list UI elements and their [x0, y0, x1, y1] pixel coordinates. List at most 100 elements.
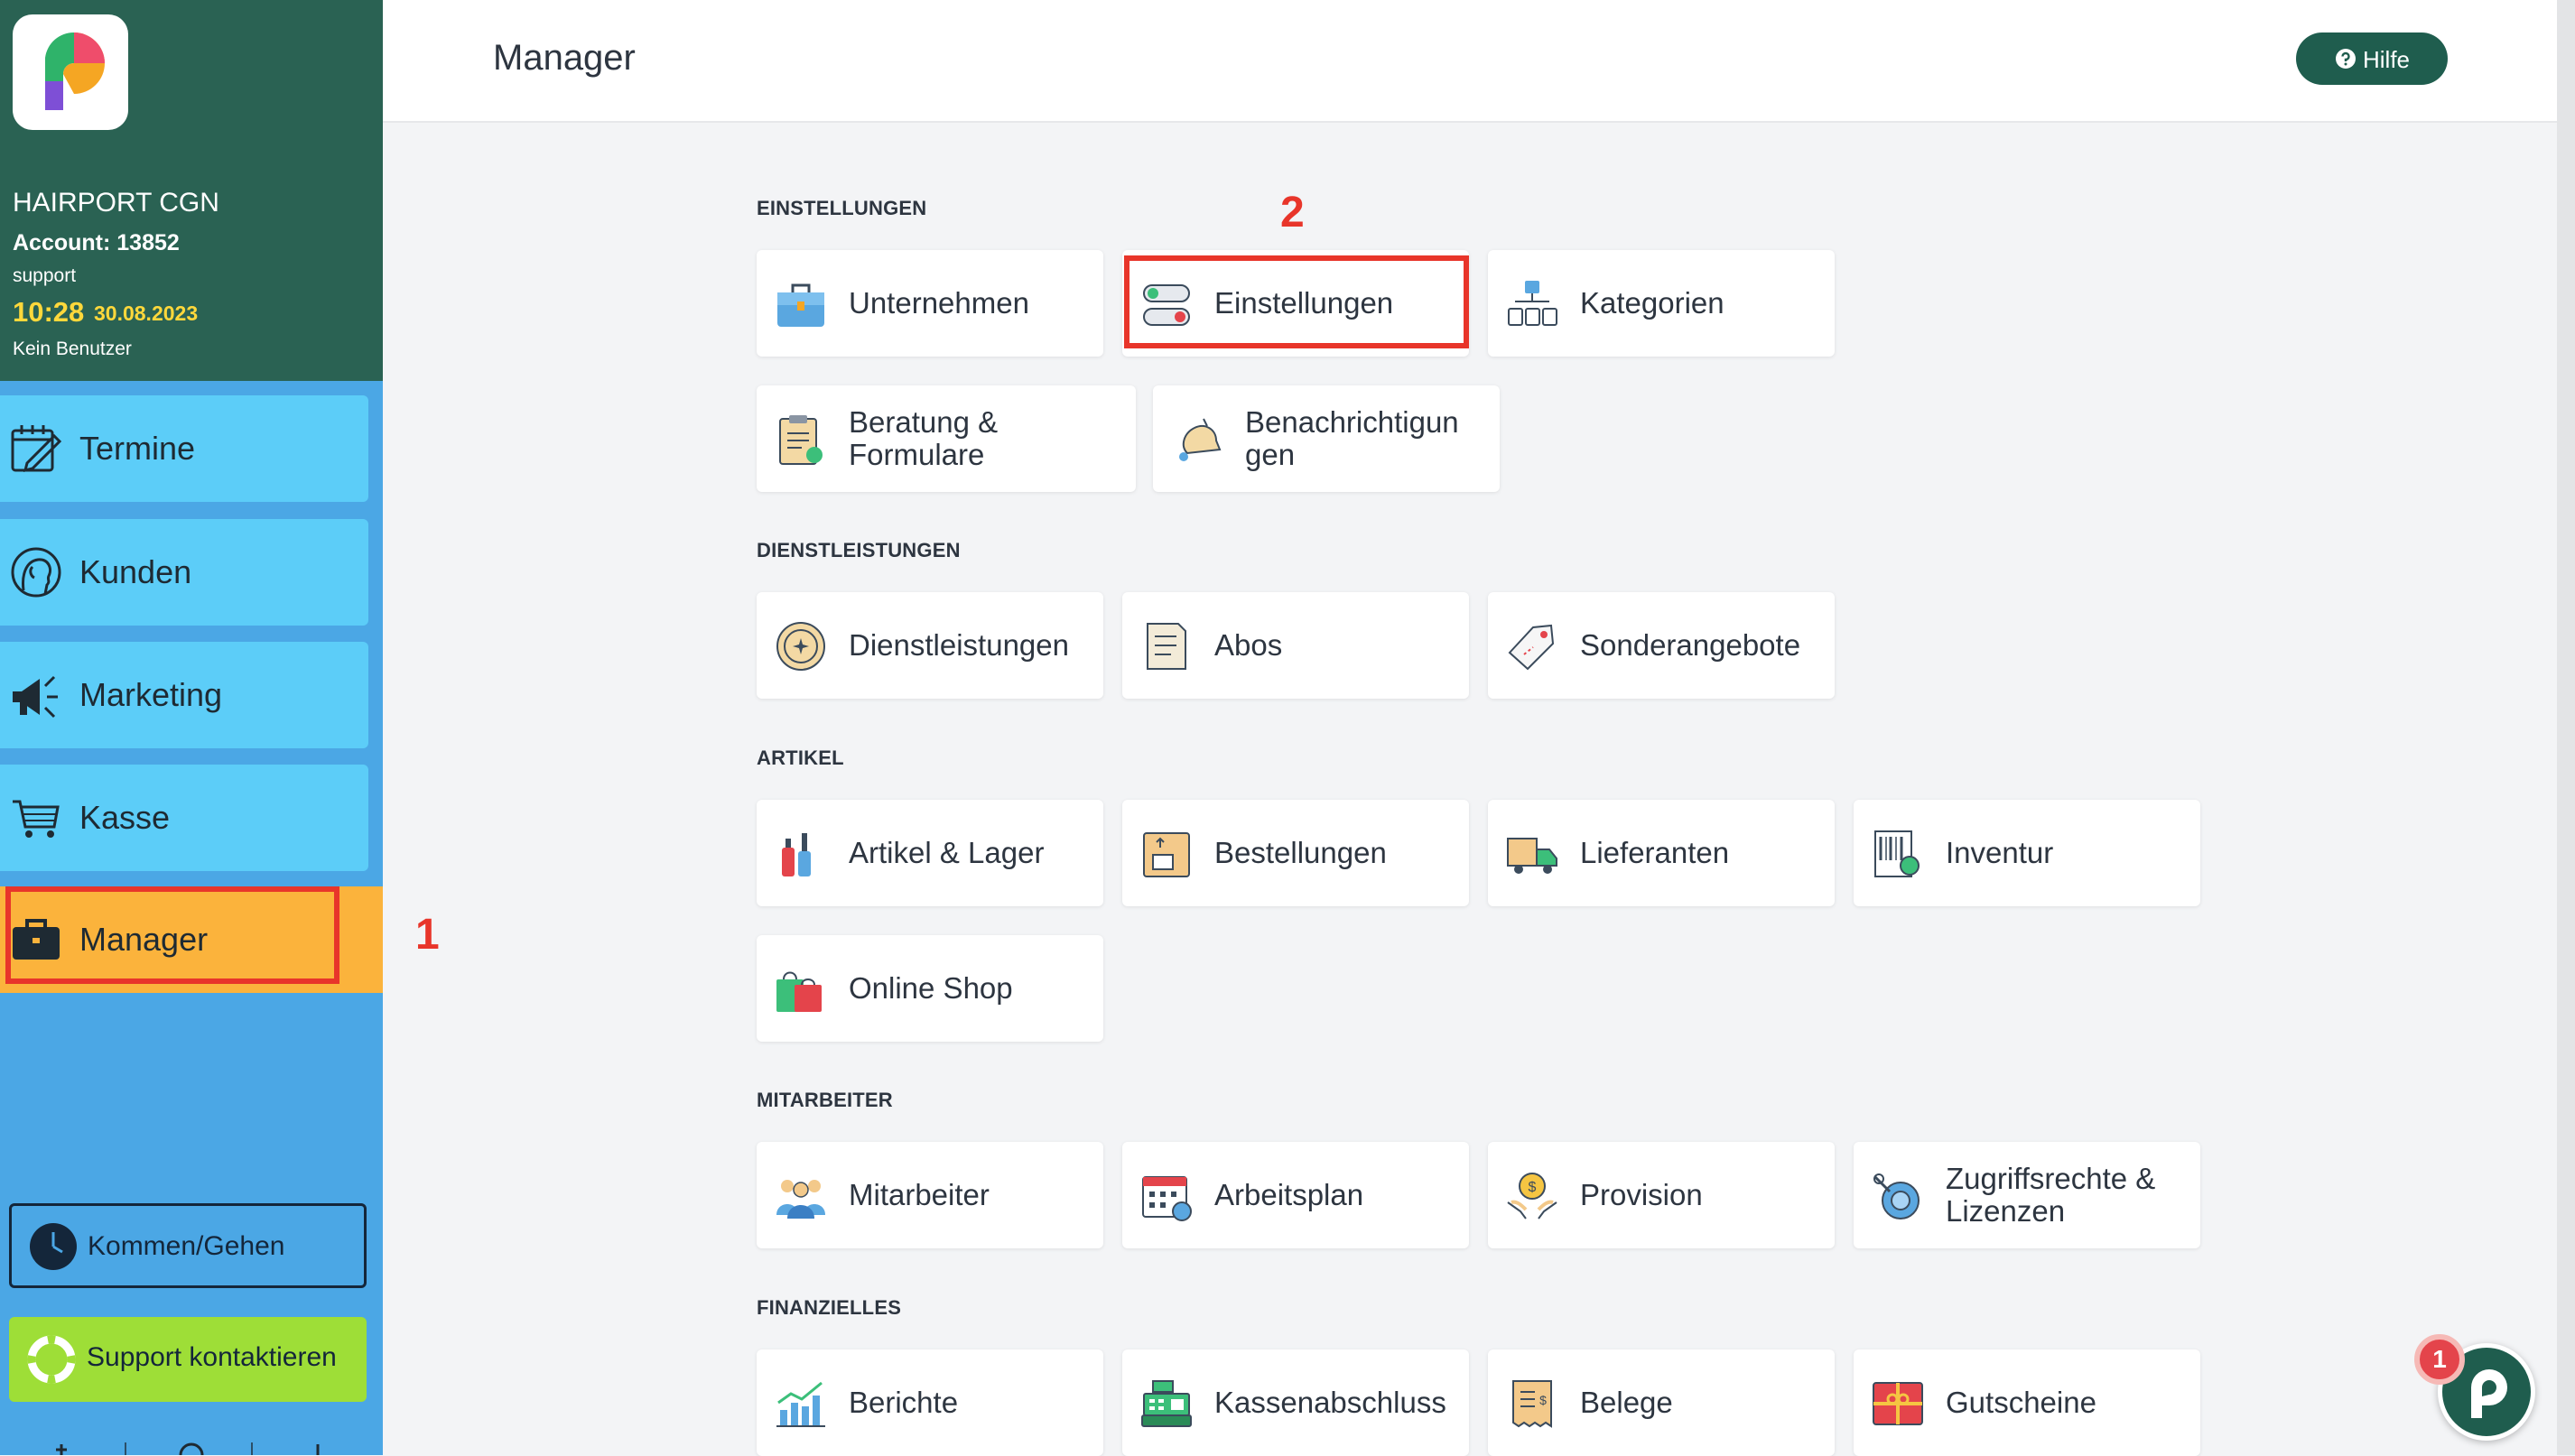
- employee-status: Kein Benutzer: [13, 338, 132, 359]
- tile-berichte[interactable]: Berichte: [757, 1349, 1103, 1456]
- customer-head-icon: [11, 547, 61, 598]
- calendar-edit-icon: [11, 425, 62, 473]
- order-box-icon: [1143, 832, 1190, 877]
- sidebar-footer-icons: [0, 1441, 383, 1455]
- section-title-finanzielles: FINANZIELLES: [757, 1296, 902, 1319]
- footer-divider: [125, 1442, 126, 1455]
- clock-in-out-button[interactable]: Kommen/Gehen: [9, 1203, 367, 1288]
- tile-sonderangebote[interactable]: Sonderangebote: [1488, 592, 1835, 699]
- product-bottles-icon: [782, 833, 811, 876]
- svg-text:$: $: [1539, 1393, 1547, 1407]
- tile-label: Beratung & Formulare: [849, 405, 999, 471]
- tile-einstellungen[interactable]: Einstellungen: [1122, 250, 1469, 357]
- tile-dienstleistungen[interactable]: Dienstleistungen: [757, 592, 1103, 699]
- tile-provision[interactable]: $ Provision: [1488, 1142, 1835, 1248]
- sidebar-item-label: Kunden: [79, 553, 192, 590]
- sidebar-item-manager[interactable]: Manager: [0, 886, 383, 993]
- clipboard-icon: [779, 415, 823, 465]
- tile-label: Unternehmen: [849, 286, 1029, 320]
- tile-unternehmen[interactable]: Unternehmen: [757, 250, 1103, 357]
- tile-gutscheine[interactable]: Gutscheine: [1854, 1349, 2200, 1456]
- current-time: 10:28: [13, 296, 85, 328]
- app-logo[interactable]: [13, 14, 128, 130]
- svg-text:$: $: [1529, 1180, 1537, 1195]
- toggle-switches-icon: [1143, 284, 1190, 326]
- support-contact-button[interactable]: Support kontaktieren: [9, 1317, 367, 1402]
- section-title-artikel: ARTIKEL: [757, 747, 844, 769]
- question-icon: [2336, 49, 2356, 69]
- tile-kategorien[interactable]: Kategorien: [1488, 250, 1835, 357]
- gift-voucher-icon: [1873, 1382, 1923, 1425]
- tile-online-shop[interactable]: Online Shop: [757, 935, 1103, 1042]
- sidebar-item-marketing[interactable]: Marketing: [0, 642, 368, 748]
- tile-label: Arbeitsplan: [1214, 1178, 1364, 1211]
- tile-label: Online Shop: [849, 971, 1013, 1005]
- cash-register-icon: [1141, 1380, 1192, 1427]
- company-name: HAIRPORT CGN: [13, 188, 219, 218]
- service-badge-icon: [776, 622, 825, 671]
- app-logo-icon: [2471, 1369, 2507, 1418]
- tile-bestellungen[interactable]: Bestellungen: [1122, 800, 1469, 906]
- tile-mitarbeiter[interactable]: Mitarbeiter: [757, 1142, 1103, 1248]
- tile-inventur[interactable]: Inventur: [1854, 800, 2200, 906]
- cart-icon: [13, 800, 60, 838]
- tile-label: Zugriffsrechte & Lizenzen: [1946, 1162, 2156, 1228]
- chat-notification-badge: 1: [2414, 1334, 2465, 1385]
- sidebar-item-label: Marketing: [79, 676, 223, 713]
- bar-chart-icon: [776, 1381, 825, 1427]
- account-number: Account: 13852: [13, 230, 180, 255]
- tile-zugriffsrechte-lizenzen[interactable]: Zugriffsrechte & Lizenzen: [1854, 1142, 2200, 1248]
- tile-label: Mitarbeiter: [849, 1178, 990, 1211]
- scrollbar-track[interactable]: [2557, 0, 2575, 1455]
- tile-label: Benachrichtigun gen: [1245, 405, 1459, 471]
- sidebar-item-label: Manager: [79, 921, 209, 958]
- logout-icon[interactable]: [300, 1441, 336, 1455]
- megaphone-icon: [13, 675, 58, 719]
- tile-beratung-formulare[interactable]: Beratung & Formulare: [757, 385, 1136, 492]
- annotation-marker-2: 2: [1280, 189, 1305, 236]
- lifebuoy-icon: [27, 1335, 76, 1384]
- tile-label: Belege: [1580, 1386, 1673, 1419]
- coin-hands-icon: $: [1507, 1173, 1557, 1220]
- sidebar: HAIRPORT CGN Account: 13852 support 10:2…: [0, 0, 383, 1455]
- team-icon: [776, 1180, 825, 1219]
- help-button[interactable]: Hilfe: [2296, 32, 2448, 85]
- briefcase-icon: [777, 283, 824, 327]
- top-bar: Manager Hilfe: [383, 0, 2557, 123]
- clock-button-label: Kommen/Gehen: [88, 1231, 285, 1261]
- briefcase-icon: [13, 919, 60, 960]
- tile-lieferanten[interactable]: Lieferanten: [1488, 800, 1835, 906]
- section-title-dienstleistungen: DIENSTLEISTUNGEN: [757, 539, 961, 561]
- current-date: 30.08.2023: [94, 301, 199, 325]
- tile-abos[interactable]: Abos: [1122, 592, 1469, 699]
- bell-icon: [1179, 418, 1222, 461]
- sidebar-item-kasse[interactable]: Kasse: [0, 765, 368, 871]
- section-title-mitarbeiter: MITARBEITER: [757, 1089, 893, 1111]
- tile-label: Bestellungen: [1214, 836, 1387, 869]
- barcode-search-icon: [1874, 830, 1920, 877]
- tile-label: Einstellungen: [1214, 286, 1394, 320]
- sidebar-item-kunden[interactable]: Kunden: [0, 519, 368, 626]
- hierarchy-icon: [1508, 281, 1557, 326]
- shopping-bags-icon: [776, 971, 822, 1012]
- tile-benachrichtigungen[interactable]: Benachrichtigun gen: [1153, 385, 1500, 492]
- page-title: Manager: [493, 38, 636, 78]
- footer-divider: [251, 1442, 253, 1455]
- tile-label: Lieferanten: [1580, 836, 1730, 869]
- sidebar-item-termine[interactable]: Termine: [0, 395, 368, 502]
- tile-kassenabschluss[interactable]: Kassenabschluss: [1122, 1349, 1469, 1456]
- tile-label: Kategorien: [1580, 286, 1724, 320]
- receipt-icon: $: [1512, 1380, 1552, 1428]
- document-list-icon: [1147, 623, 1186, 670]
- tile-arbeitsplan[interactable]: Arbeitsplan: [1122, 1142, 1469, 1248]
- tile-label: Provision: [1580, 1178, 1703, 1211]
- tile-artikel-lager[interactable]: Artikel & Lager: [757, 800, 1103, 906]
- tile-label: Artikel & Lager: [849, 836, 1045, 869]
- sidebar-item-label: Kasse: [79, 799, 171, 836]
- schedule-calendar-icon: [1142, 1176, 1192, 1221]
- info-icon[interactable]: [173, 1441, 209, 1455]
- settings-icon[interactable]: [43, 1441, 79, 1455]
- tile-belege[interactable]: $ Belege: [1488, 1349, 1835, 1456]
- delivery-truck-icon: [1507, 838, 1557, 874]
- help-button-label: Hilfe: [2363, 46, 2411, 73]
